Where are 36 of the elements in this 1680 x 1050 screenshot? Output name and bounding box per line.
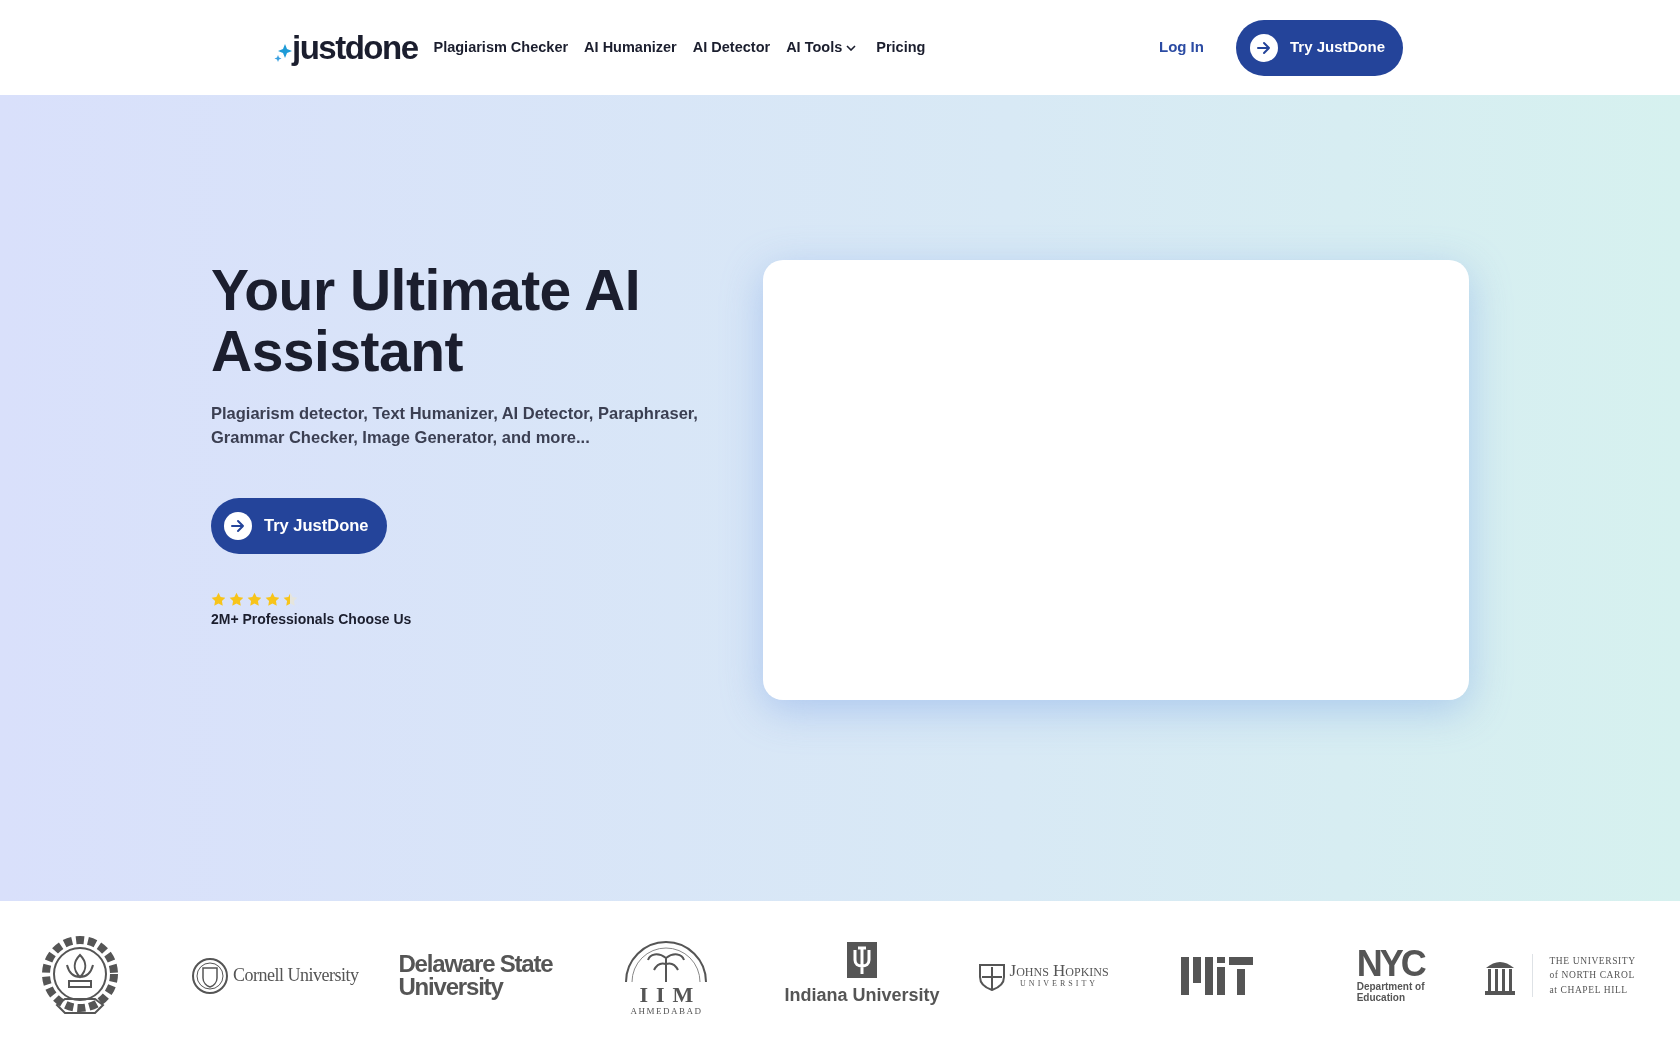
trident-icon xyxy=(847,942,877,978)
nav-link[interactable]: Plagiarism Checker xyxy=(433,36,569,59)
star-icon xyxy=(247,591,262,607)
logo-text: Education xyxy=(1356,991,1405,1003)
nav-link[interactable]: AI Detector xyxy=(692,36,771,59)
nav-link[interactable]: Pricing xyxy=(876,36,926,59)
nav-link[interactable]: AI Humanizer xyxy=(584,36,677,59)
tagline: 2M+ Professionals Choose Us xyxy=(211,609,413,629)
logo-text: Cornell University xyxy=(233,964,359,987)
logo-text: at CHAPEL HILL xyxy=(1549,983,1629,997)
seal-icon xyxy=(191,956,229,995)
star-icon xyxy=(211,591,226,607)
hero-title: Your Ultimate AI Assistant xyxy=(211,260,642,382)
logo-text: University xyxy=(398,975,505,998)
star-icon xyxy=(265,591,280,607)
logo-text: Indiana University xyxy=(784,984,940,1007)
logo-text: IIM xyxy=(639,984,702,1007)
logo-text: THE UNIVERSITY xyxy=(1549,955,1636,969)
star-icon xyxy=(283,591,298,607)
nav-link[interactable]: AI Tools xyxy=(786,36,857,59)
login-link[interactable]: Log In xyxy=(1158,36,1204,59)
arrow-right-icon xyxy=(224,511,252,540)
logo-text: Department of xyxy=(1356,980,1425,992)
logo-text: Delaware State xyxy=(398,953,553,976)
sparkle-icon xyxy=(274,44,292,64)
logo-text: Johns Hopkins xyxy=(1009,961,1109,979)
arrow-right-icon xyxy=(1249,33,1278,62)
logo-text: of NORTH CAROL xyxy=(1549,969,1636,983)
logo-text: NYC xyxy=(1356,948,1425,981)
try-button[interactable]: Try JustDone xyxy=(211,497,387,554)
logo[interactable]: justdone xyxy=(274,31,418,64)
star-icon xyxy=(229,591,244,607)
logo-text: AHMEDABAD xyxy=(630,1006,703,1017)
try-button[interactable]: Try JustDone xyxy=(1235,19,1403,76)
logo-text: UNIVERSITY xyxy=(1020,978,1099,990)
hero-subtitle: Plagiarism detector, Text Humanizer, AI Detector, Paraphraser, Grammar Checker, Image Generator, and more... xyxy=(211,402,699,448)
